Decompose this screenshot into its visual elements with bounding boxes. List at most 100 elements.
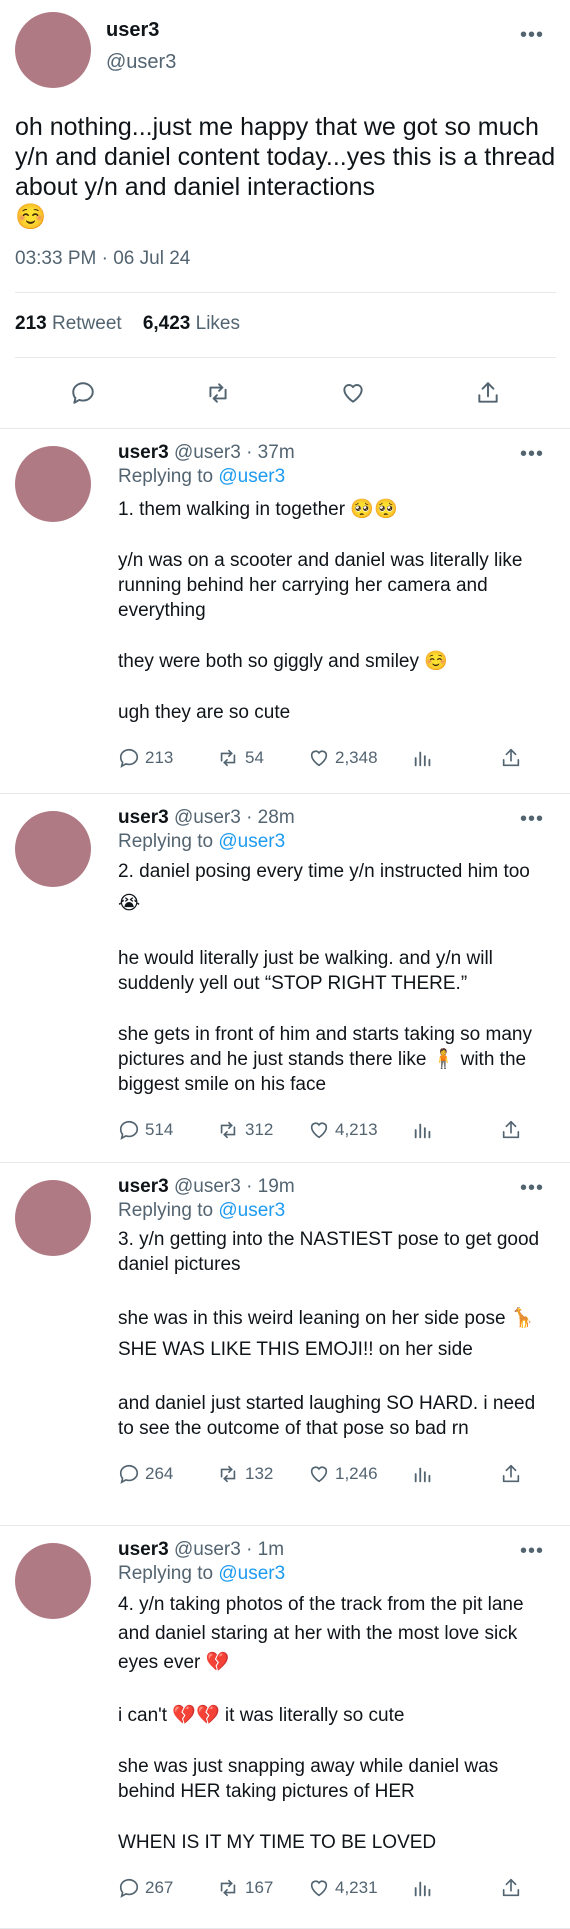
- handle-time: @user3 · 28m: [173, 807, 295, 828]
- retweet-count[interactable]: 213: [15, 313, 47, 334]
- reply-line: WHEN IS IT MY TIME TO BE LOVED: [118, 1832, 437, 1853]
- reply-icon: [119, 1120, 139, 1140]
- likes-label[interactable]: Likes: [196, 313, 240, 334]
- replying-to: Replying to @user3: [118, 830, 556, 854]
- retweet-icon: [220, 1121, 236, 1139]
- like-count-group[interactable]: 2,348: [308, 747, 412, 769]
- replying-to-link[interactable]: @user3: [218, 831, 285, 852]
- replying-label: Replying to: [118, 1563, 214, 1584]
- reply-line: y/n was on a scooter and daniel was lite…: [118, 550, 523, 621]
- retweet-label[interactable]: Retweet: [52, 313, 122, 334]
- reply-metrics: 267 167 4,231: [118, 1865, 556, 1911]
- reply-count: 514: [145, 1120, 174, 1139]
- action-bar: [0, 358, 570, 429]
- reply-count-group[interactable]: 264: [118, 1463, 216, 1485]
- reply-tweet[interactable]: ••• user3 @user3 · 1m Replying to @user3…: [0, 1526, 570, 1929]
- analytics-icon[interactable]: [412, 747, 500, 769]
- retweet-count: 132: [245, 1464, 274, 1483]
- reply-line: she gets in front of him and starts taki…: [118, 1024, 532, 1095]
- reply-line: 2. daniel posing every time y/n instruct…: [118, 861, 530, 914]
- share-icon[interactable]: [500, 1877, 522, 1899]
- heart-icon[interactable]: [338, 378, 368, 408]
- reply-count-group[interactable]: 514: [118, 1119, 216, 1141]
- reply-line: she was just snapping away while daniel …: [118, 1756, 499, 1802]
- reply-tweet[interactable]: ••• user3 @user3 · 37m Replying to @user…: [0, 429, 570, 794]
- avatar[interactable]: [15, 811, 91, 887]
- replying-to-link[interactable]: @user3: [218, 1200, 285, 1221]
- share-icon[interactable]: [500, 1463, 522, 1485]
- share-icon[interactable]: [473, 378, 503, 408]
- like-count: 4,231: [335, 1878, 378, 1897]
- retweet-count: 54: [245, 748, 264, 767]
- analytics-icon[interactable]: [412, 1463, 500, 1485]
- reply-metrics: 514 312 4,213: [118, 1107, 556, 1153]
- like-count-group[interactable]: 4,231: [308, 1877, 412, 1899]
- retweet-count-group[interactable]: 132: [216, 1463, 308, 1485]
- more-options-icon[interactable]: •••: [520, 444, 544, 464]
- timestamp: 03:33 PM · 06 Jul 24: [15, 248, 556, 293]
- more-options-icon[interactable]: •••: [520, 809, 544, 829]
- tweet-text: oh nothing...just me happy that we got s…: [15, 112, 556, 232]
- handle[interactable]: @user3: [106, 50, 176, 74]
- reply-tweet[interactable]: ••• user3 @user3 · 19m Replying to @user…: [0, 1163, 570, 1526]
- handle-time: @user3 · 37m: [173, 442, 295, 463]
- more-options-icon[interactable]: •••: [520, 1178, 544, 1198]
- engagement-stats: 213 Retweet 6,423 Likes: [15, 293, 556, 358]
- retweet-count-group[interactable]: 312: [216, 1119, 308, 1141]
- likes-count[interactable]: 6,423: [143, 313, 191, 334]
- heart-icon: [310, 750, 328, 767]
- retweet-count-group[interactable]: 54: [216, 747, 308, 769]
- reply-icon[interactable]: [68, 378, 98, 408]
- reply-tweet[interactable]: ••• user3 @user3 · 28m Replying to @user…: [0, 794, 570, 1163]
- display-name[interactable]: user3: [118, 1176, 169, 1197]
- tweet-body: oh nothing...just me happy that we got s…: [15, 113, 556, 201]
- analytics-icon[interactable]: [412, 1877, 500, 1899]
- avatar[interactable]: [15, 1180, 91, 1256]
- analytics-icon[interactable]: [412, 1119, 500, 1141]
- display-name[interactable]: user3: [118, 807, 169, 828]
- reply-count-group[interactable]: 267: [118, 1877, 216, 1899]
- retweet-count: 167: [245, 1878, 274, 1897]
- display-name[interactable]: user3: [118, 1539, 169, 1560]
- retweet-icon[interactable]: [203, 378, 233, 408]
- reply-line: i can't 💔💔 it was literally so cute: [118, 1705, 405, 1726]
- reply-line: and daniel just started laughing SO HARD…: [118, 1393, 536, 1439]
- more-options-icon[interactable]: •••: [520, 1541, 544, 1561]
- avatar[interactable]: [15, 12, 91, 88]
- replying-to-link[interactable]: @user3: [218, 466, 285, 487]
- retweet-count-group[interactable]: 167: [216, 1877, 308, 1899]
- main-tweet: ••• user3 @user3 oh nothing...just me ha…: [0, 0, 570, 429]
- reply-line: 4. y/n taking photos of the track from t…: [118, 1594, 524, 1673]
- share-icon[interactable]: [500, 747, 522, 769]
- heart-icon: [310, 1880, 328, 1897]
- like-count-group[interactable]: 4,213: [308, 1119, 412, 1141]
- reply-text: 3. y/n getting into the NASTIEST pose to…: [118, 1227, 556, 1441]
- reply-line: they were both so giggly and smiley ☺️: [118, 651, 448, 672]
- replying-to-link[interactable]: @user3: [218, 1563, 285, 1584]
- like-count: 4,213: [335, 1120, 378, 1139]
- reply-icon: [119, 1464, 139, 1484]
- reply-count: 264: [145, 1464, 174, 1483]
- reply-line: he would literally just be walking. and …: [118, 948, 493, 994]
- reply-text: 1. them walking in together 🥺🥺 y/n was o…: [118, 497, 556, 725]
- reply-metrics: 213 54 2,348: [118, 735, 556, 781]
- avatar[interactable]: [15, 446, 91, 522]
- reply-text: 4. y/n taking photos of the track from t…: [118, 1590, 556, 1855]
- reply-count-group[interactable]: 213: [118, 747, 216, 769]
- reply-icon: [119, 1878, 139, 1898]
- like-count: 2,348: [335, 748, 378, 767]
- retweet-icon: [220, 1879, 236, 1897]
- replying-label: Replying to: [118, 1200, 214, 1221]
- like-count-group[interactable]: 1,246: [308, 1463, 412, 1485]
- replying-to: Replying to @user3: [118, 465, 556, 489]
- retweet-icon: [220, 1465, 236, 1483]
- share-icon[interactable]: [500, 1119, 522, 1141]
- like-count: 1,246: [335, 1464, 378, 1483]
- display-name[interactable]: user3: [106, 18, 176, 42]
- display-name[interactable]: user3: [118, 442, 169, 463]
- more-options-icon[interactable]: •••: [520, 25, 544, 45]
- avatar[interactable]: [15, 1543, 91, 1619]
- reply-text: 2. daniel posing every time y/n instruct…: [118, 856, 556, 1097]
- reply-line: 1. them walking in together 🥺🥺: [118, 499, 398, 520]
- reply-count: 213: [145, 748, 174, 767]
